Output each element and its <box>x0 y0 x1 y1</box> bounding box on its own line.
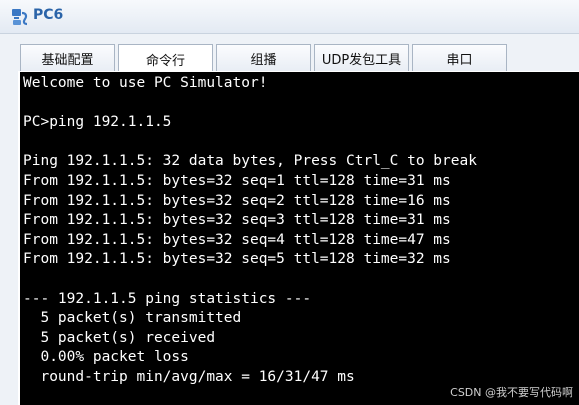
title-bar: PC6 <box>0 0 579 34</box>
tab-serial-port[interactable]: 串口 <box>412 44 507 72</box>
tab-bar: 基础配置 命令行 组播 UDP发包工具 串口 <box>20 44 510 73</box>
terminal-line: From 192.1.1.5: bytes=32 seq=2 ttl=128 t… <box>23 192 451 209</box>
terminal-line: Welcome to use PC Simulator! <box>23 75 268 91</box>
tab-udp-tool[interactable]: UDP发包工具 <box>314 44 409 72</box>
tab-basic-config[interactable]: 基础配置 <box>20 44 115 72</box>
terminal-line: From 192.1.1.5: bytes=32 seq=3 ttl=128 t… <box>23 212 451 229</box>
tab-command-line[interactable]: 命令行 <box>118 44 213 73</box>
terminal-line: From 192.1.1.5: bytes=32 seq=4 ttl=128 t… <box>23 231 451 248</box>
terminal-line: 5 packet(s) transmitted <box>23 310 242 327</box>
window-title: PC6 <box>33 7 64 23</box>
terminal-line: 5 packet(s) received <box>23 329 216 346</box>
terminal-line: PC>ping 192.1.1.5 <box>23 114 172 131</box>
terminal-line: From 192.1.1.5: bytes=32 seq=1 ttl=128 t… <box>23 172 451 189</box>
terminal-line: --- 192.1.1.5 ping statistics --- <box>23 290 312 307</box>
watermark: CSDN @我不要写代码啊 <box>450 386 573 399</box>
pc-app-icon <box>12 9 28 26</box>
terminal-line: Ping 192.1.1.5: 32 data bytes, Press Ctr… <box>23 153 477 170</box>
command-terminal[interactable]: Welcome to use PC Simulator! PC>ping 192… <box>18 71 579 405</box>
tab-multicast[interactable]: 组播 <box>216 44 311 72</box>
terminal-line: 0.00% packet loss <box>23 349 189 366</box>
pc-simulator-window: PC6 基础配置 命令行 组播 UDP发包工具 串口 Welcome to us… <box>0 0 579 405</box>
terminal-line: From 192.1.1.5: bytes=32 seq=5 ttl=128 t… <box>23 251 451 268</box>
